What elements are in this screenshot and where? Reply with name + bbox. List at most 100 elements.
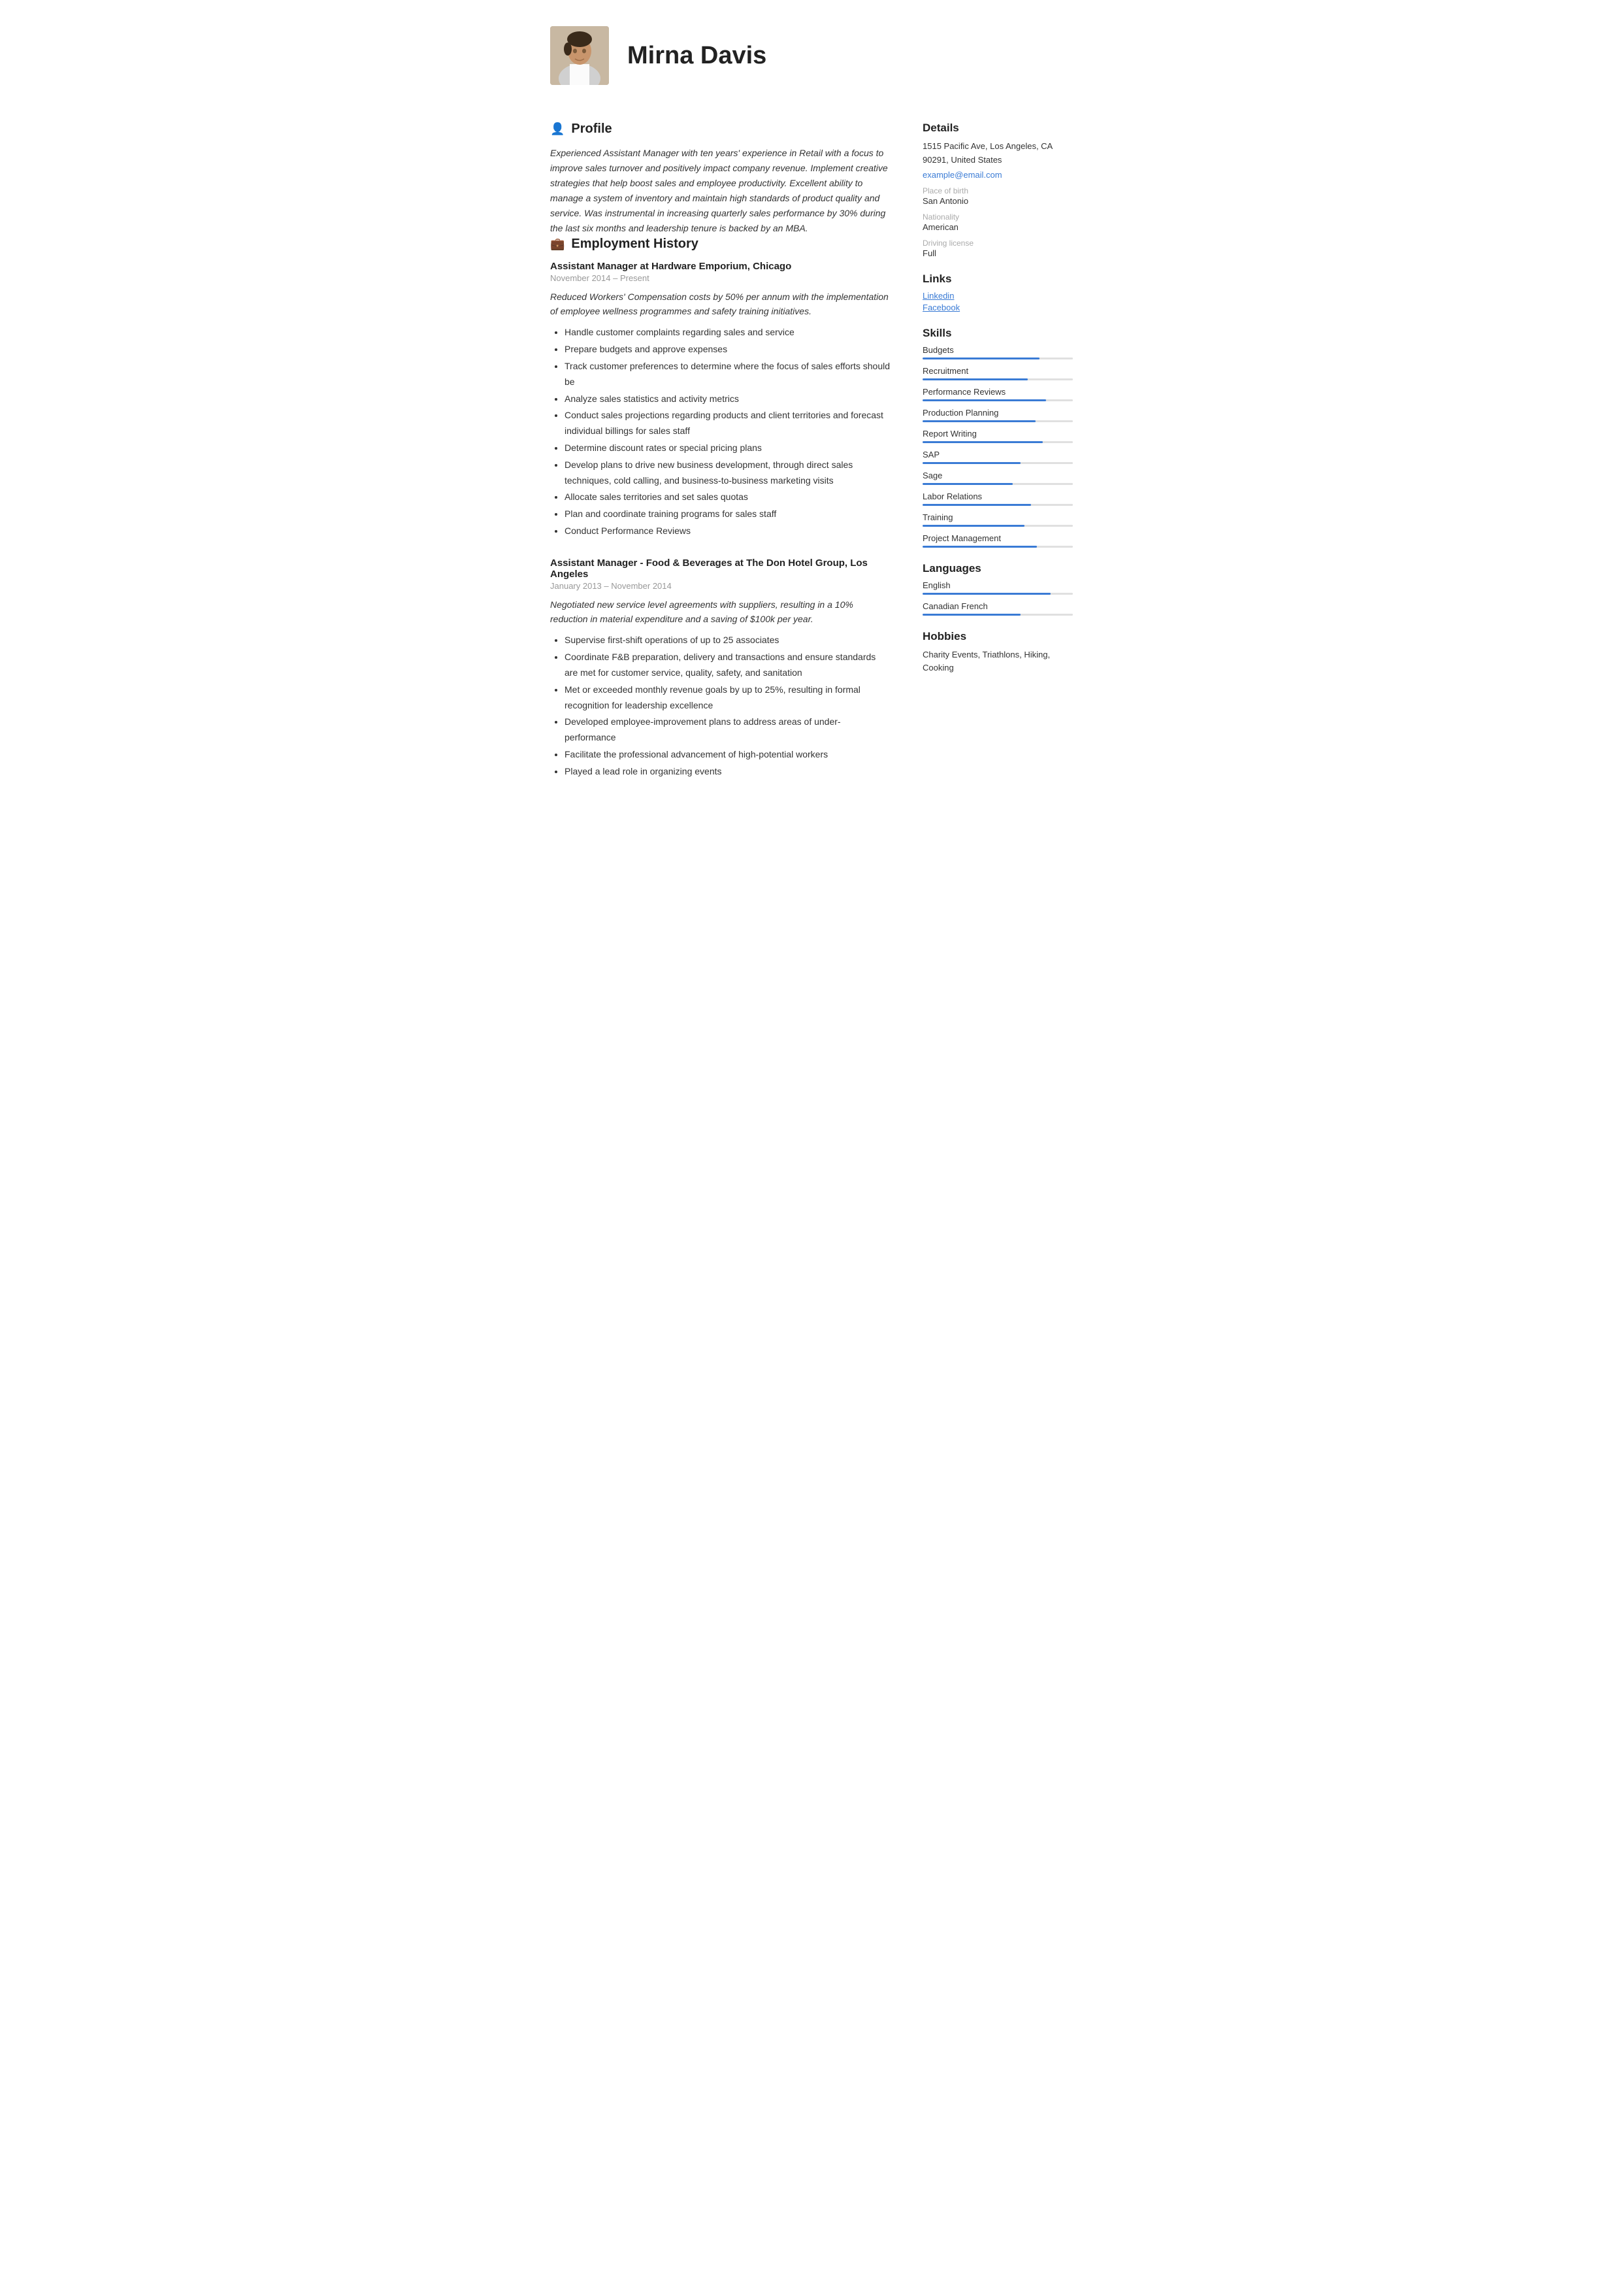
skill-bar-background (923, 378, 1073, 380)
skill-bar-fill (923, 462, 1021, 464)
job-summary: Reduced Workers' Compensation costs by 5… (550, 290, 891, 319)
language-bar-background (923, 593, 1073, 595)
employment-icon: 💼 (550, 237, 565, 251)
skill-bar-fill (923, 504, 1031, 506)
skill-bar-fill (923, 399, 1046, 401)
profile-section: 👤 Profile Experienced Assistant Manager … (550, 122, 891, 237)
skill-bar-fill (923, 441, 1043, 443)
job-block: Assistant Manager at Hardware Emporium, … (550, 261, 891, 539)
language-name: Canadian French (923, 601, 1073, 611)
candidate-name: Mirna Davis (627, 42, 766, 70)
list-item: Analyze sales statistics and activity me… (565, 391, 891, 407)
job-summary: Negotiated new service level agreements … (550, 597, 891, 627)
job-bullets: Handle customer complaints regarding sal… (565, 325, 891, 539)
skill-name: Performance Reviews (923, 387, 1073, 397)
list-item: Developed employee-improvement plans to … (565, 714, 891, 746)
skill-bar-background (923, 483, 1073, 485)
skill-name: Project Management (923, 533, 1073, 543)
language-bar-background (923, 614, 1073, 616)
skill-bar-background (923, 441, 1073, 443)
language-name: English (923, 580, 1073, 590)
skill-item: Project Management (923, 533, 1073, 548)
list-item: Facilitate the professional advancement … (565, 747, 891, 763)
place-of-birth-label: Place of birth (923, 186, 1073, 195)
skill-item: Labor Relations (923, 491, 1073, 506)
language-item: Canadian French (923, 601, 1073, 616)
list-item: Supervise first-shift operations of up t… (565, 633, 891, 648)
languages-heading: Languages (923, 562, 1073, 575)
list-item: Played a lead role in organizing events (565, 764, 891, 780)
link-item[interactable]: Linkedin (923, 291, 1073, 301)
details-email: example@email.com (923, 170, 1073, 180)
skill-name: SAP (923, 450, 1073, 459)
skill-bar-fill (923, 483, 1013, 485)
list-item: Conduct sales projections regarding prod… (565, 408, 891, 439)
skill-name: Report Writing (923, 429, 1073, 439)
skill-item: Report Writing (923, 429, 1073, 443)
place-of-birth-value: San Antonio (923, 196, 1073, 206)
job-dates: November 2014 – Present (550, 273, 891, 283)
details-section: Details 1515 Pacific Ave, Los Angeles, C… (923, 122, 1073, 258)
profile-icon: 👤 (550, 122, 565, 136)
links-section: Links Linkedin Facebook (923, 273, 1073, 312)
skill-name: Sage (923, 471, 1073, 480)
job-bullets: Supervise first-shift operations of up t… (565, 633, 891, 779)
list-item: Conduct Performance Reviews (565, 524, 891, 539)
skills-container: Budgets Recruitment Performance Reviews Pro… (923, 345, 1073, 548)
hobbies-heading: Hobbies (923, 630, 1073, 643)
job-title: Assistant Manager at Hardware Emporium, … (550, 261, 891, 272)
languages-section: Languages English Canadian French (923, 562, 1073, 616)
skill-item: Production Planning (923, 408, 1073, 422)
link-item[interactable]: Facebook (923, 303, 1073, 312)
skill-item: Budgets (923, 345, 1073, 359)
nationality-label: Nationality (923, 212, 1073, 222)
details-address: 1515 Pacific Ave, Los Angeles, CA 90291,… (923, 140, 1073, 167)
list-item: Handle customer complaints regarding sal… (565, 325, 891, 341)
main-layout: 👤 Profile Experienced Assistant Manager … (550, 122, 1073, 798)
driving-license-label: Driving license (923, 239, 1073, 248)
skill-name: Production Planning (923, 408, 1073, 418)
links-container: Linkedin Facebook (923, 291, 1073, 312)
links-heading: Links (923, 273, 1073, 286)
list-item: Develop plans to drive new business deve… (565, 458, 891, 489)
profile-section-title: 👤 Profile (550, 122, 891, 137)
hobbies-text: Charity Events, Triathlons, Hiking, Cook… (923, 648, 1073, 676)
skill-bar-fill (923, 378, 1028, 380)
skill-item: SAP (923, 450, 1073, 464)
skill-name: Budgets (923, 345, 1073, 355)
right-column: Details 1515 Pacific Ave, Los Angeles, C… (923, 122, 1073, 798)
list-item: Met or exceeded monthly revenue goals by… (565, 682, 891, 714)
skills-heading: Skills (923, 327, 1073, 340)
skill-name: Recruitment (923, 366, 1073, 376)
skill-item: Training (923, 512, 1073, 527)
skill-bar-background (923, 546, 1073, 548)
skill-bar-background (923, 399, 1073, 401)
hobbies-section: Hobbies Charity Events, Triathlons, Hiki… (923, 630, 1073, 676)
jobs-container: Assistant Manager at Hardware Emporium, … (550, 261, 891, 780)
employment-section: 💼 Employment History Assistant Manager a… (550, 237, 891, 780)
skill-bar-fill (923, 420, 1036, 422)
avatar (550, 26, 609, 85)
skill-bar-fill (923, 546, 1037, 548)
employment-section-title: 💼 Employment History (550, 237, 891, 252)
skill-bar-background (923, 462, 1073, 464)
list-item: Determine discount rates or special pric… (565, 441, 891, 456)
languages-container: English Canadian French (923, 580, 1073, 616)
profile-text: Experienced Assistant Manager with ten y… (550, 146, 891, 237)
list-item: Prepare budgets and approve expenses (565, 342, 891, 358)
left-column: 👤 Profile Experienced Assistant Manager … (550, 122, 891, 798)
skill-bar-fill (923, 525, 1025, 527)
skill-bar-background (923, 525, 1073, 527)
job-dates: January 2013 – November 2014 (550, 581, 891, 591)
details-heading: Details (923, 122, 1073, 135)
language-bar-fill (923, 614, 1021, 616)
list-item: Coordinate F&B preparation, delivery and… (565, 650, 891, 681)
skill-item: Recruitment (923, 366, 1073, 380)
language-bar-fill (923, 593, 1051, 595)
skill-item: Performance Reviews (923, 387, 1073, 401)
skill-bar-fill (923, 358, 1040, 359)
list-item: Plan and coordinate training programs fo… (565, 507, 891, 522)
list-item: Track customer preferences to determine … (565, 359, 891, 390)
job-block: Assistant Manager - Food & Beverages at … (550, 557, 891, 780)
nationality-value: American (923, 222, 1073, 232)
